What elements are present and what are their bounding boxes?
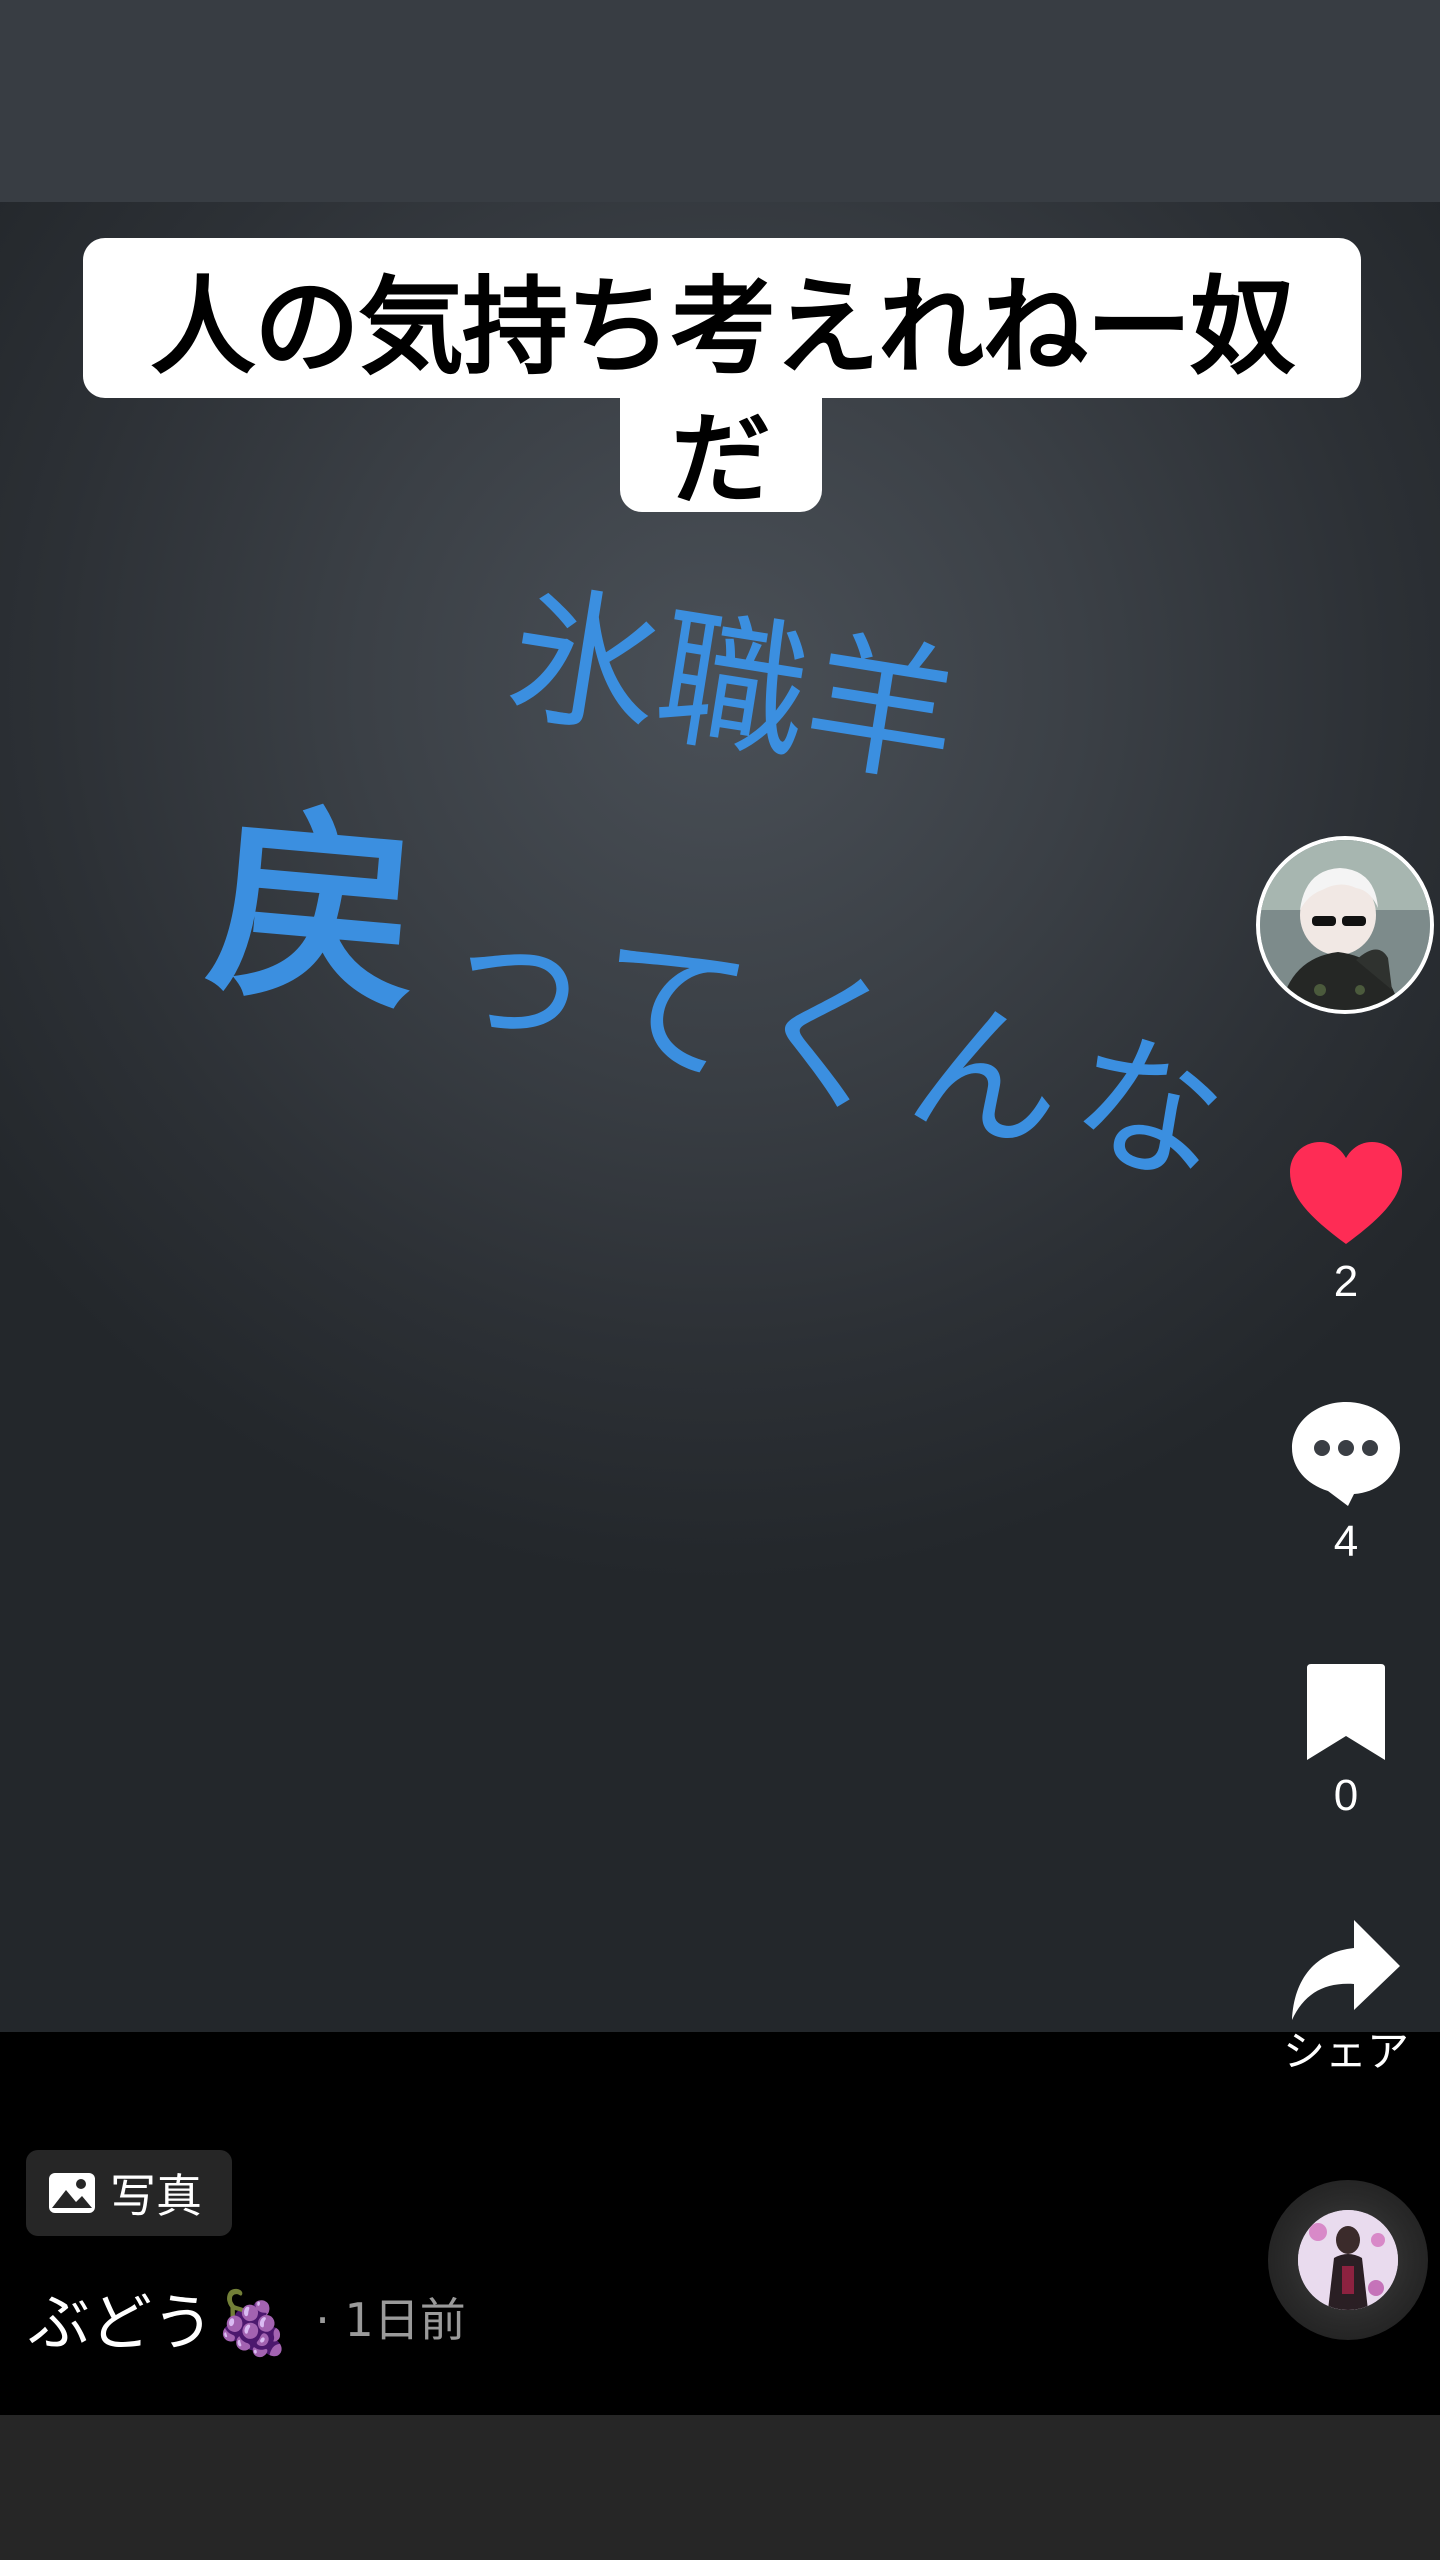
photo-icon: [49, 2173, 95, 2213]
music-disc[interactable]: [1268, 2180, 1440, 2340]
post-meta: ぶどう🍇 · 1日前: [28, 2272, 466, 2362]
bookmark-icon[interactable]: [1301, 1662, 1391, 1762]
comment-action[interactable]: 4: [1280, 1398, 1412, 1568]
video-feed-screen: 人の気持ち考えれねー奴 だ 氷職羊 戻 ってくんな 2 4 0 シェア 写真 ぶ…: [0, 0, 1440, 2560]
bookmark-action[interactable]: 0: [1280, 1662, 1412, 1822]
photo-post-media[interactable]: 人の気持ち考えれねー奴 だ 氷職羊 戻 ってくんな: [0, 202, 1440, 2032]
avatar-image: [1260, 840, 1430, 1010]
disc-cover-image: [1298, 2210, 1398, 2310]
bottom-bar: [0, 2415, 1440, 2560]
comment-count: 4: [1333, 1517, 1359, 1566]
like-action[interactable]: 2: [1280, 1140, 1412, 1308]
like-count: 2: [1333, 1257, 1359, 1306]
share-label: シェア: [1282, 2027, 1409, 2076]
handwritten-text-line1: 氷職羊: [497, 566, 969, 809]
share-icon[interactable]: [1288, 1916, 1404, 2026]
caption-text-line2: だ: [620, 388, 822, 518]
caption-text-line1: 人の気持ち考えれねー奴: [83, 238, 1361, 398]
share-action[interactable]: シェア: [1270, 1916, 1422, 2078]
author-name[interactable]: ぶどう🍇: [28, 2272, 291, 2362]
creator-avatar[interactable]: [1256, 836, 1434, 1014]
comment-icon[interactable]: [1288, 1398, 1404, 1508]
photo-badge: 写真: [26, 2150, 232, 2236]
handwritten-text-line2: 戻: [199, 779, 431, 1043]
bookmark-count: 0: [1333, 1771, 1359, 1820]
top-bar: [0, 0, 1440, 202]
disc-ring: [1268, 2180, 1428, 2340]
photo-badge-label: 写真: [110, 2169, 202, 2223]
handwritten-text-line3: ってくんな: [426, 876, 1254, 1215]
heart-icon[interactable]: [1288, 1140, 1404, 1248]
post-time: · 1日前: [315, 2293, 466, 2347]
